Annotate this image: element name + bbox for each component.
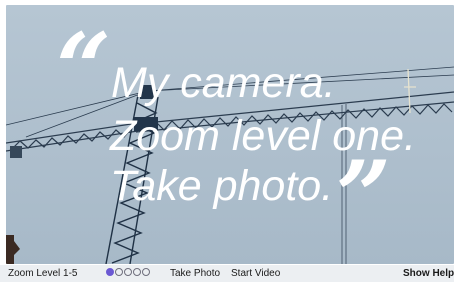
quote-line-3: Take photo.	[110, 162, 334, 210]
zoom-level-5-radio[interactable]	[142, 268, 150, 276]
start-video-button[interactable]: Start Video	[231, 268, 280, 279]
open-quote-mark: “	[56, 12, 111, 125]
zoom-level-label: Zoom Level 1-5	[8, 268, 78, 279]
zoom-level-4-radio[interactable]	[133, 268, 141, 276]
quote-overlay: “ My camera. Zoom level one. Take photo.…	[6, 5, 454, 264]
show-help-button[interactable]: Show Help	[403, 268, 454, 279]
zoom-level-3-radio[interactable]	[124, 268, 132, 276]
zoom-level-1-radio[interactable]	[106, 268, 114, 276]
zoom-level-selector	[106, 268, 150, 276]
take-photo-button[interactable]: Take Photo	[170, 268, 220, 279]
zoom-level-2-radio[interactable]	[115, 268, 123, 276]
camera-app: “ My camera. Zoom level one. Take photo.…	[0, 0, 454, 282]
quote-line-1: My camera.	[111, 59, 336, 107]
close-quote-mark: ”	[336, 140, 391, 253]
camera-toolbar: Zoom Level 1-5 Take Photo Start Video Sh…	[0, 265, 454, 282]
camera-viewfinder[interactable]: “ My camera. Zoom level one. Take photo.…	[6, 5, 454, 264]
